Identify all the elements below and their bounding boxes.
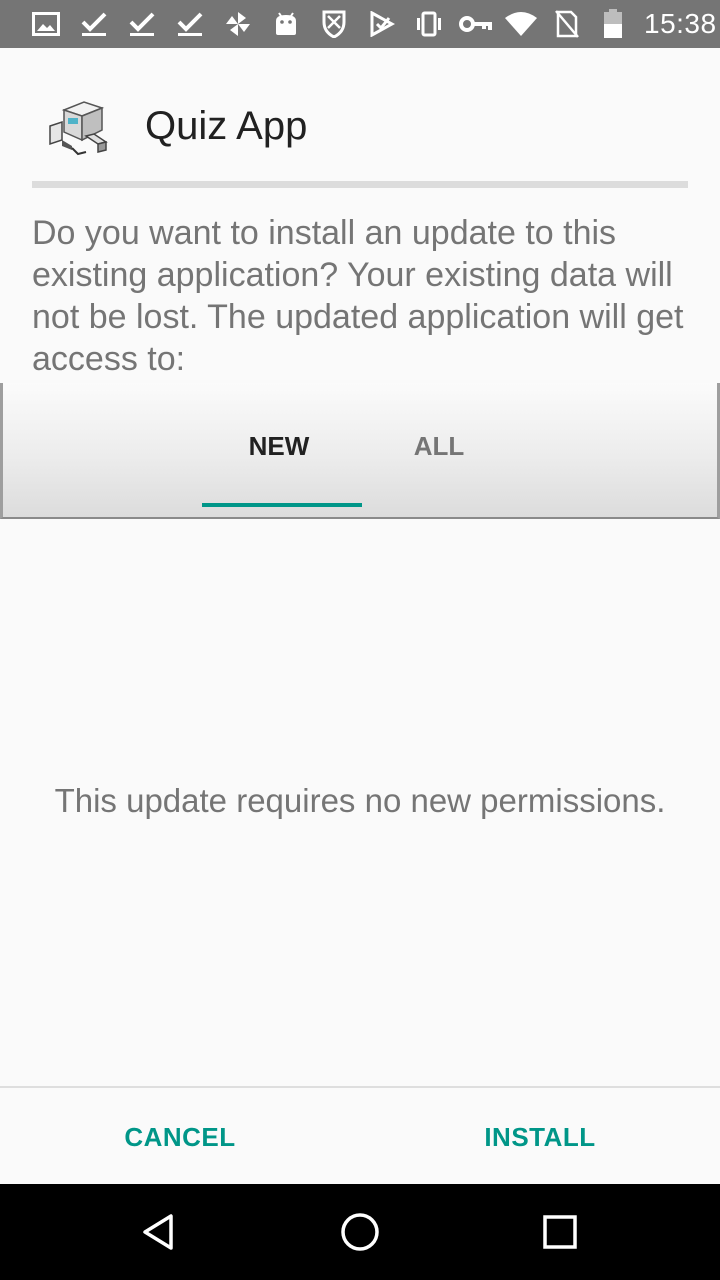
shield-icon: [310, 0, 358, 48]
button-bar-divider: [0, 1086, 720, 1088]
back-icon[interactable]: [130, 1202, 190, 1262]
gallery-icon: [22, 0, 70, 48]
recents-icon[interactable]: [530, 1202, 590, 1262]
install-update-message: Do you want to install an update to this…: [32, 214, 684, 378]
selected-tab-indicator: [202, 503, 362, 507]
home-icon[interactable]: [330, 1202, 390, 1262]
install-button[interactable]: INSTALL: [460, 1100, 620, 1174]
tab-new[interactable]: NEW: [199, 383, 359, 509]
pinwheel-icon: [214, 0, 262, 48]
check-icon: [166, 0, 214, 48]
notification-icons: [22, 0, 406, 48]
battery-icon: [590, 0, 636, 48]
header-divider: [32, 181, 688, 188]
no-sim-icon: [544, 0, 590, 48]
clock: 15:38: [644, 8, 717, 39]
cancel-button[interactable]: CANCEL: [100, 1100, 260, 1174]
system-icons: 15:38: [406, 0, 717, 48]
key-icon: [452, 0, 498, 48]
app-title: Quiz App: [145, 104, 308, 148]
installer-icon: [46, 96, 116, 160]
status-bar: 15:38: [0, 0, 720, 48]
android-icon: [262, 0, 310, 48]
navigation-bar: [0, 1184, 720, 1280]
no-permissions-message: This update requires no new permissions.: [54, 782, 666, 819]
permission-tabs: NEW ALL: [0, 383, 720, 519]
vibrate-icon: [406, 0, 452, 48]
check-icon: [118, 0, 166, 48]
wifi-icon: [498, 0, 544, 48]
check-icon: [70, 0, 118, 48]
tab-all[interactable]: ALL: [359, 383, 519, 509]
play-store-icon: [358, 0, 406, 48]
